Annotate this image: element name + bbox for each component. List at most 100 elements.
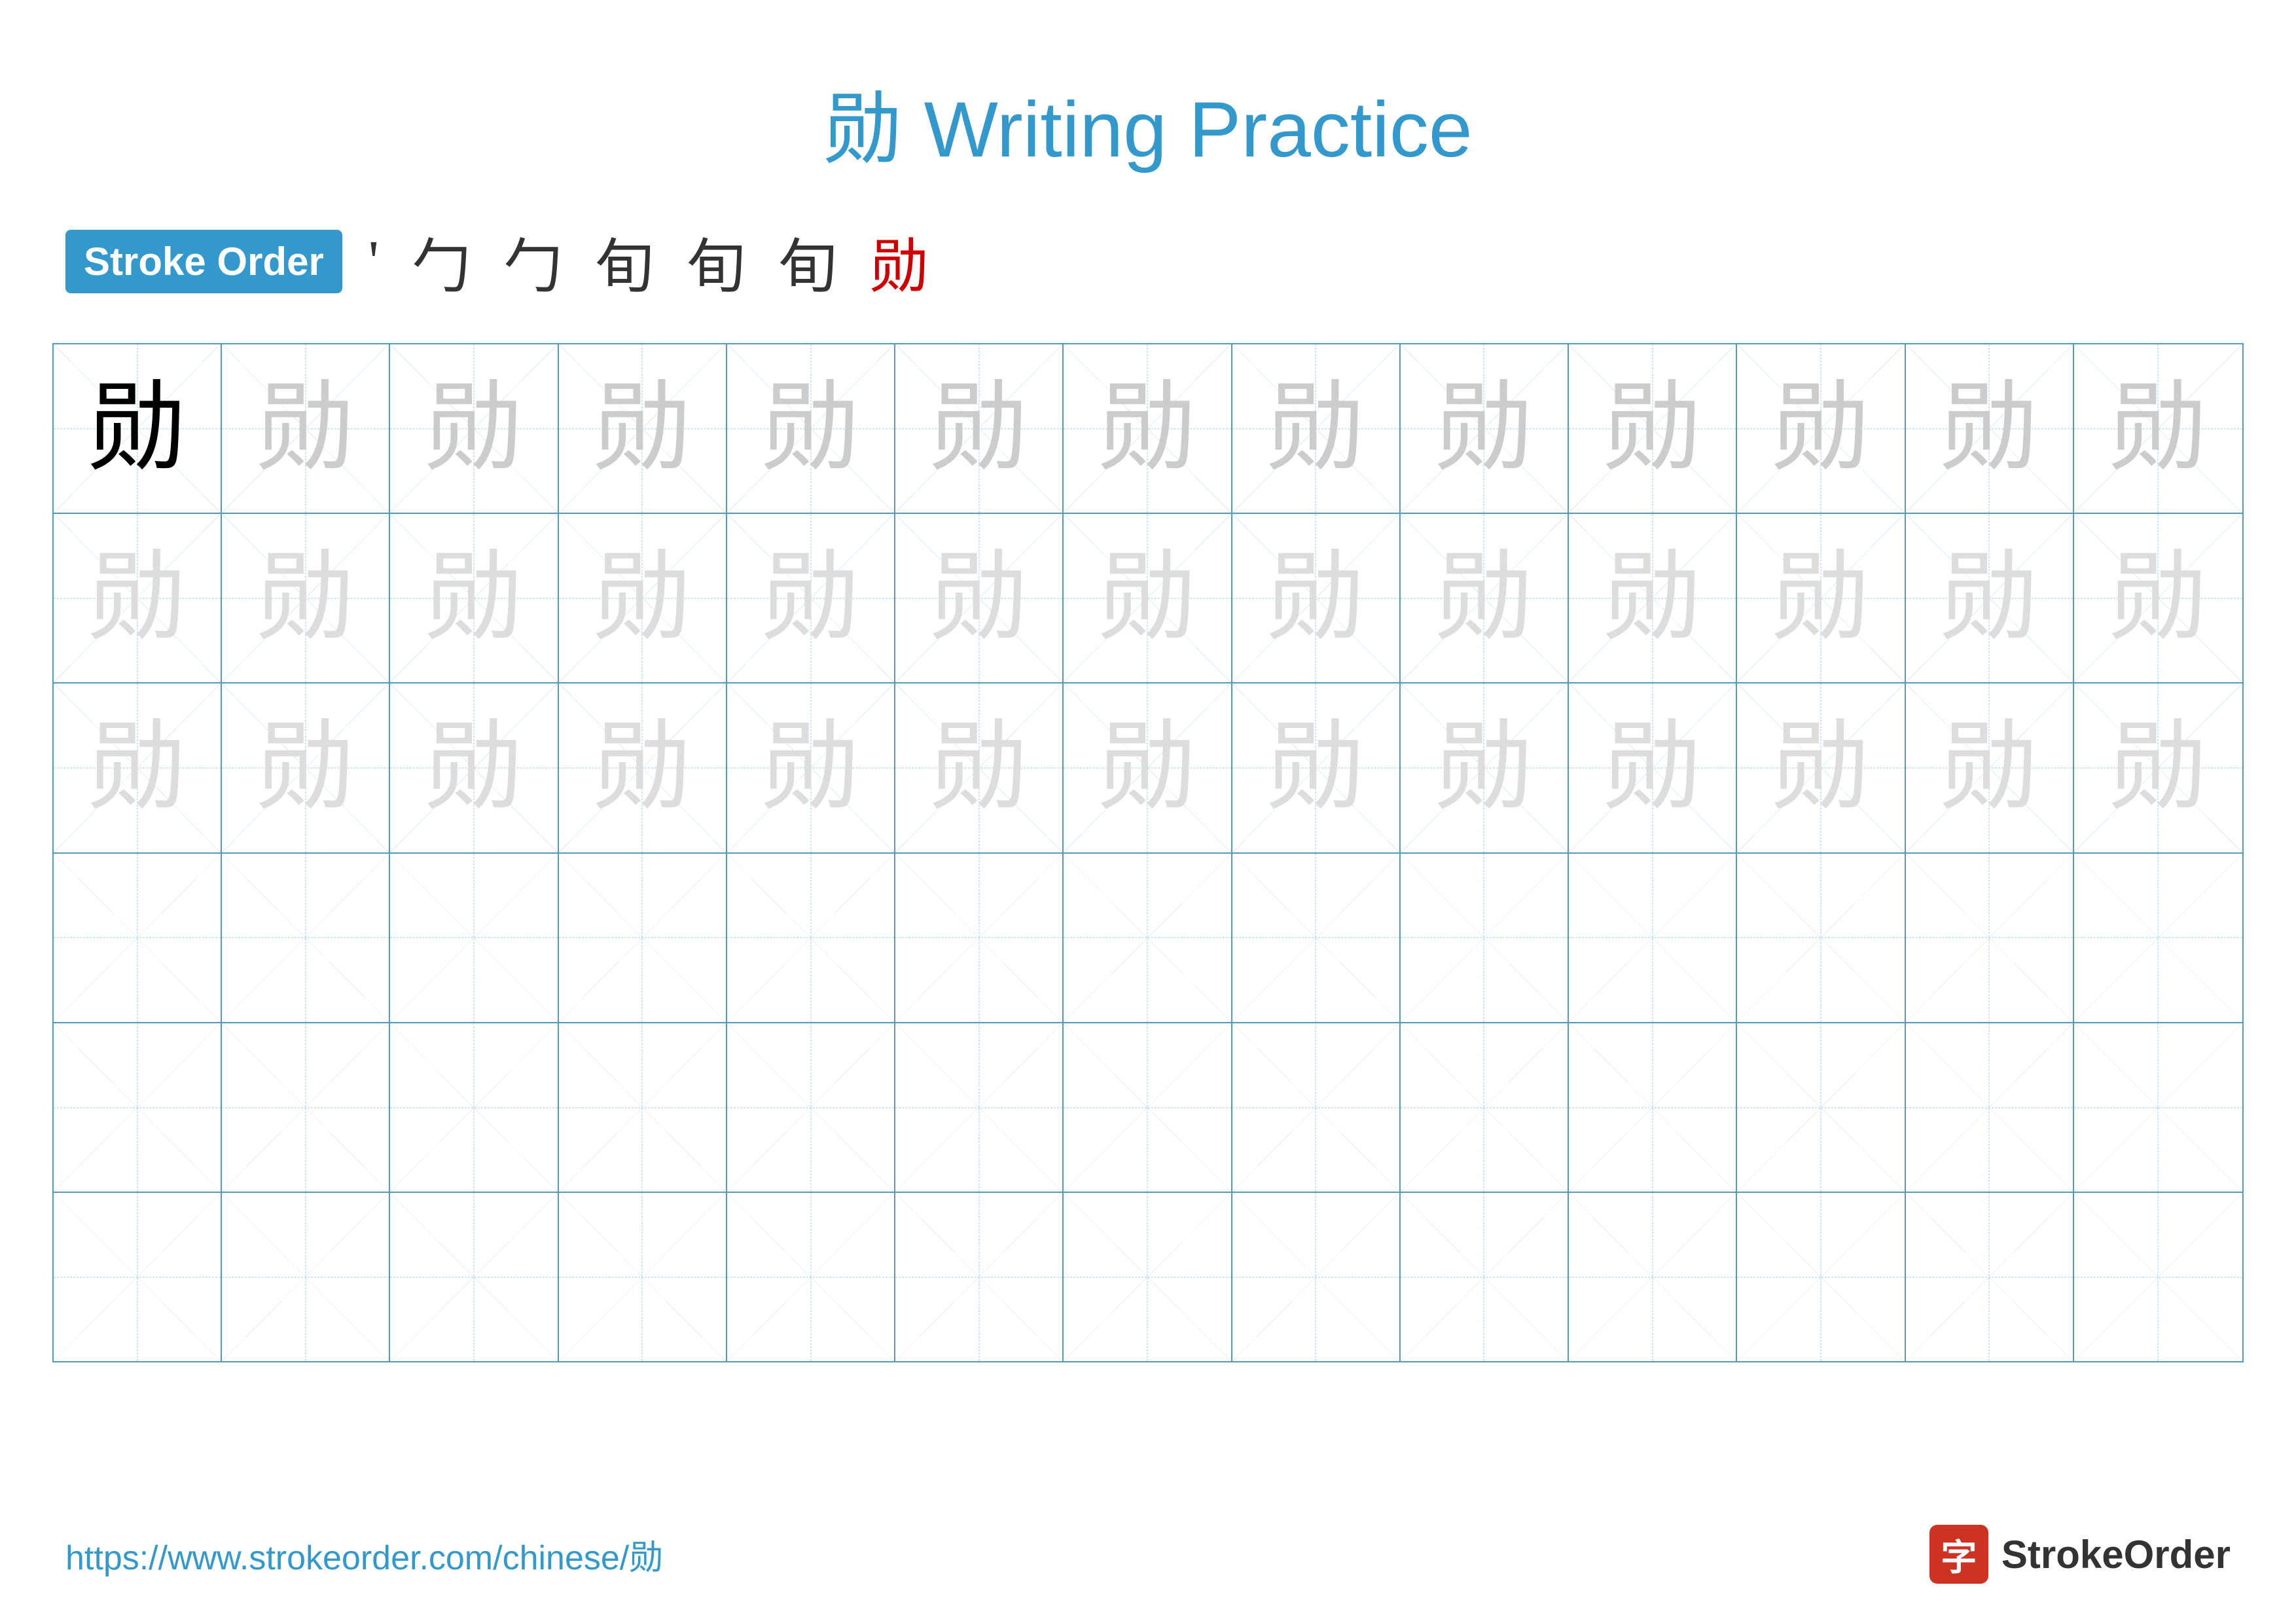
- grid-cell-2-10[interactable]: 勋: [1737, 684, 1905, 852]
- grid-cell-5-5[interactable]: [895, 1193, 1064, 1361]
- grid-cell-1-11[interactable]: 勋: [1906, 514, 2074, 682]
- grid-cell-5-11[interactable]: [1906, 1193, 2074, 1361]
- grid-cell-4-10[interactable]: [1737, 1023, 1905, 1192]
- grid-cell-2-0[interactable]: 勋: [54, 684, 222, 852]
- grid-cell-4-3[interactable]: [559, 1023, 727, 1192]
- grid-cell-0-8[interactable]: 勋: [1401, 344, 1569, 513]
- grid-row-0[interactable]: 勋勋勋勋勋勋勋勋勋勋勋勋勋: [54, 344, 2242, 514]
- grid-cell-3-2[interactable]: [390, 854, 558, 1022]
- grid-cell-5-9[interactable]: [1569, 1193, 1737, 1361]
- cell-character: 勋: [593, 380, 691, 478]
- grid-cell-5-1[interactable]: [222, 1193, 390, 1361]
- grid-cell-5-8[interactable]: [1401, 1193, 1569, 1361]
- grid-cell-2-4[interactable]: 勋: [727, 684, 895, 852]
- grid-cell-0-9[interactable]: 勋: [1569, 344, 1737, 513]
- grid-cell-4-12[interactable]: [2074, 1023, 2242, 1192]
- stroke-7: 勋: [870, 219, 929, 304]
- grid-cell-1-5[interactable]: 勋: [895, 514, 1064, 682]
- grid-row-3[interactable]: [54, 854, 2242, 1023]
- grid-cell-0-7[interactable]: 勋: [1232, 344, 1401, 513]
- cell-character: 勋: [593, 719, 691, 817]
- grid-cell-4-2[interactable]: [390, 1023, 558, 1192]
- grid-cell-0-0[interactable]: 勋: [54, 344, 222, 513]
- grid-row-2[interactable]: 勋勋勋勋勋勋勋勋勋勋勋勋勋: [54, 684, 2242, 853]
- grid-cell-1-7[interactable]: 勋: [1232, 514, 1401, 682]
- cell-character: 勋: [425, 549, 523, 647]
- grid-cell-4-1[interactable]: [222, 1023, 390, 1192]
- grid-cell-1-9[interactable]: 勋: [1569, 514, 1737, 682]
- logo-text: StrokeOrder: [2001, 1532, 2231, 1577]
- grid-cell-1-12[interactable]: 勋: [2074, 514, 2242, 682]
- stroke-4: 旬: [595, 219, 654, 304]
- grid-cell-1-2[interactable]: 勋: [390, 514, 558, 682]
- grid-cell-0-1[interactable]: 勋: [222, 344, 390, 513]
- grid-cell-1-6[interactable]: 勋: [1064, 514, 1232, 682]
- grid-cell-5-3[interactable]: [559, 1193, 727, 1361]
- grid-row-5[interactable]: [54, 1193, 2242, 1361]
- grid-cell-1-10[interactable]: 勋: [1737, 514, 1905, 682]
- grid-cell-0-5[interactable]: 勋: [895, 344, 1064, 513]
- grid-cell-1-8[interactable]: 勋: [1401, 514, 1569, 682]
- grid-cell-1-1[interactable]: 勋: [222, 514, 390, 682]
- grid-cell-3-7[interactable]: [1232, 854, 1401, 1022]
- grid-cell-3-0[interactable]: [54, 854, 222, 1022]
- grid-cell-1-4[interactable]: 勋: [727, 514, 895, 682]
- grid-cell-5-10[interactable]: [1737, 1193, 1905, 1361]
- grid-cell-5-0[interactable]: [54, 1193, 222, 1361]
- grid-row-4[interactable]: [54, 1023, 2242, 1193]
- stroke-3: 勹: [503, 219, 562, 304]
- grid-cell-3-11[interactable]: [1906, 854, 2074, 1022]
- grid-cell-0-6[interactable]: 勋: [1064, 344, 1232, 513]
- grid-cell-2-12[interactable]: 勋: [2074, 684, 2242, 852]
- stroke-1: ': [368, 228, 379, 295]
- cell-character: 勋: [425, 719, 523, 817]
- grid-cell-2-1[interactable]: 勋: [222, 684, 390, 852]
- grid-cell-5-6[interactable]: [1064, 1193, 1232, 1361]
- grid-cell-5-2[interactable]: [390, 1193, 558, 1361]
- grid-cell-0-2[interactable]: 勋: [390, 344, 558, 513]
- grid-cell-4-8[interactable]: [1401, 1023, 1569, 1192]
- grid-cell-4-11[interactable]: [1906, 1023, 2074, 1192]
- grid-cell-5-12[interactable]: [2074, 1193, 2242, 1361]
- grid-cell-5-7[interactable]: [1232, 1193, 1401, 1361]
- grid-cell-3-1[interactable]: [222, 854, 390, 1022]
- grid-cell-2-3[interactable]: 勋: [559, 684, 727, 852]
- grid-cell-4-6[interactable]: [1064, 1023, 1232, 1192]
- grid-cell-2-11[interactable]: 勋: [1906, 684, 2074, 852]
- grid-cell-5-4[interactable]: [727, 1193, 895, 1361]
- grid-cell-3-8[interactable]: [1401, 854, 1569, 1022]
- grid-cell-2-2[interactable]: 勋: [390, 684, 558, 852]
- grid-cell-1-3[interactable]: 勋: [559, 514, 727, 682]
- grid-cell-3-9[interactable]: [1569, 854, 1737, 1022]
- grid-cell-2-5[interactable]: 勋: [895, 684, 1064, 852]
- grid-cell-2-7[interactable]: 勋: [1232, 684, 1401, 852]
- cell-character: 勋: [2109, 719, 2207, 817]
- cell-character: 勋: [1266, 549, 1365, 647]
- grid-cell-3-3[interactable]: [559, 854, 727, 1022]
- grid-cell-1-0[interactable]: 勋: [54, 514, 222, 682]
- grid-cell-4-0[interactable]: [54, 1023, 222, 1192]
- grid-cell-2-6[interactable]: 勋: [1064, 684, 1232, 852]
- grid-cell-4-9[interactable]: [1569, 1023, 1737, 1192]
- grid-cell-0-12[interactable]: 勋: [2074, 344, 2242, 513]
- cell-character: 勋: [930, 719, 1028, 817]
- cell-character: 勋: [88, 719, 187, 817]
- grid-cell-3-10[interactable]: [1737, 854, 1905, 1022]
- grid-row-1[interactable]: 勋勋勋勋勋勋勋勋勋勋勋勋勋: [54, 514, 2242, 684]
- grid-cell-2-9[interactable]: 勋: [1569, 684, 1737, 852]
- grid-cell-3-12[interactable]: [2074, 854, 2242, 1022]
- grid-cell-3-5[interactable]: [895, 854, 1064, 1022]
- grid-cell-0-4[interactable]: 勋: [727, 344, 895, 513]
- grid-cell-3-4[interactable]: [727, 854, 895, 1022]
- grid-cell-4-4[interactable]: [727, 1023, 895, 1192]
- grid-cell-4-5[interactable]: [895, 1023, 1064, 1192]
- grid-cell-0-10[interactable]: 勋: [1737, 344, 1905, 513]
- grid-cell-4-7[interactable]: [1232, 1023, 1401, 1192]
- cell-character: 勋: [1940, 719, 2038, 817]
- cell-character: 勋: [762, 380, 860, 478]
- grid-cell-2-8[interactable]: 勋: [1401, 684, 1569, 852]
- grid-cell-0-3[interactable]: 勋: [559, 344, 727, 513]
- grid-cell-3-6[interactable]: [1064, 854, 1232, 1022]
- cell-character: 勋: [1772, 549, 1870, 647]
- grid-cell-0-11[interactable]: 勋: [1906, 344, 2074, 513]
